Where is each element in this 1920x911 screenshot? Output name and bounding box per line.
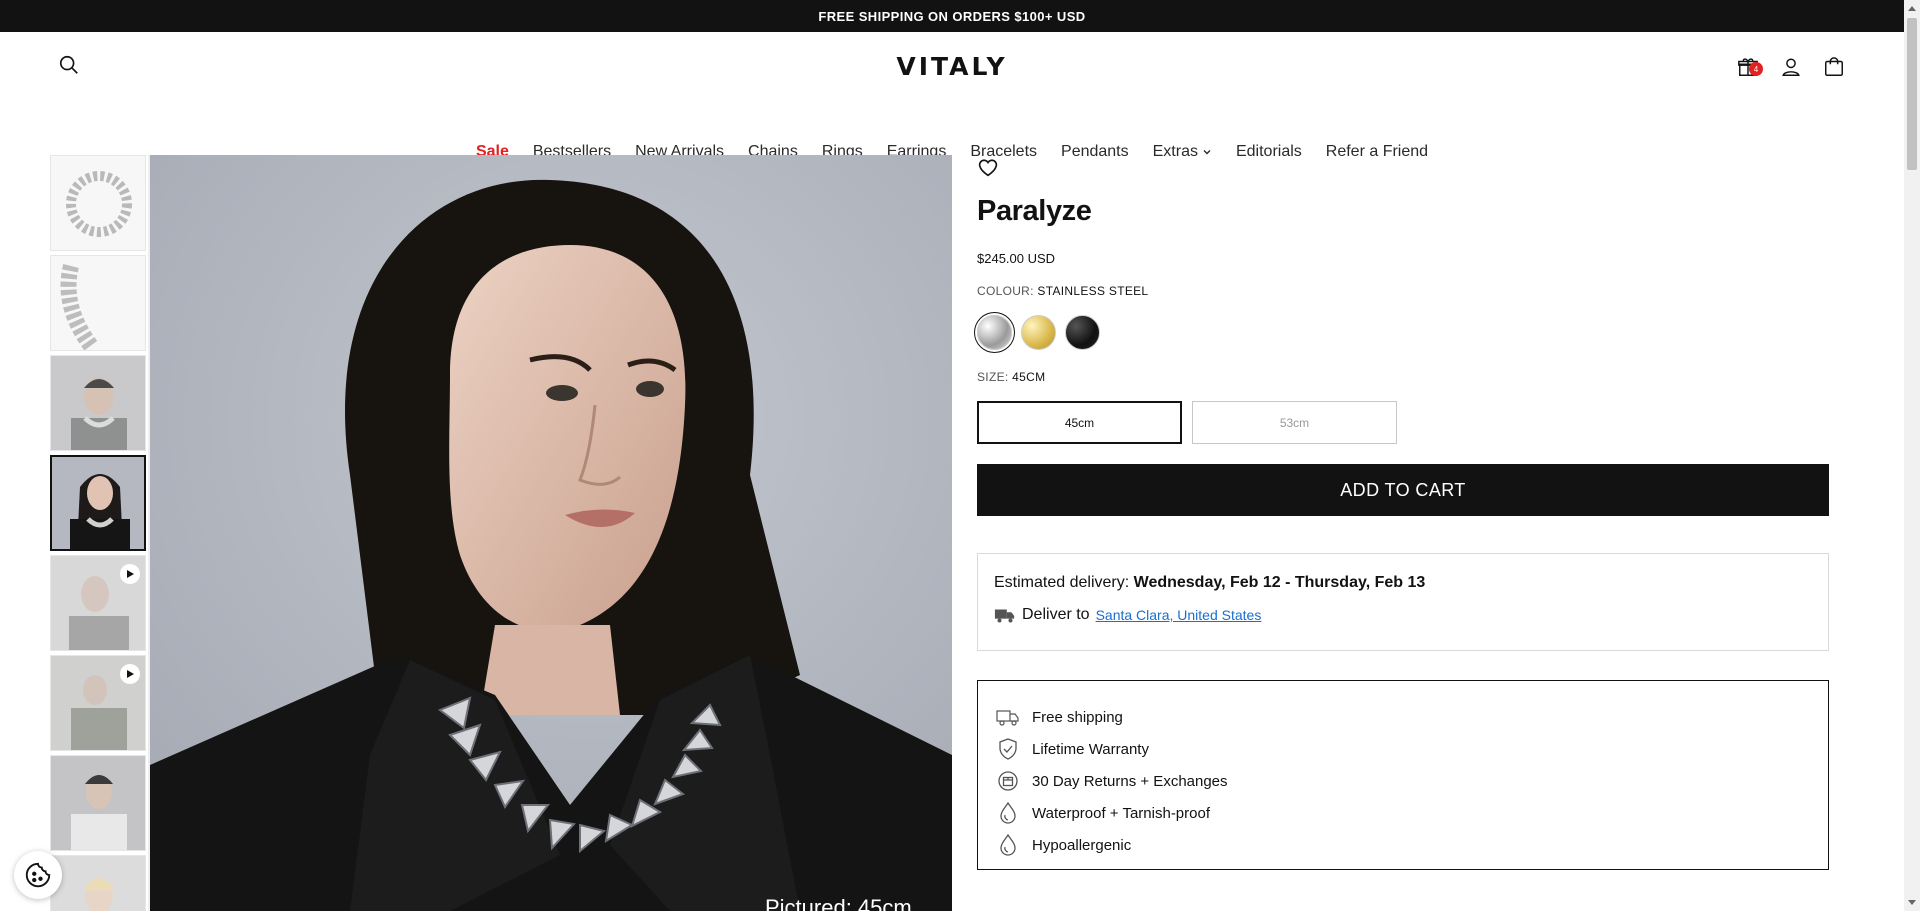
size-label-text: SIZE: [977,370,1009,384]
thumbnail-model-4[interactable] [50,855,146,911]
feature-label: Waterproof + Tarnish-proof [1032,804,1211,822]
feature-free-shipping: Free shipping [996,701,1810,733]
cart-icon[interactable] [1819,52,1849,82]
nav-item-editorials[interactable]: Editorials [1224,132,1314,172]
size-options: 45cm 53cm [977,401,1397,444]
colour-value: STAINLESS STEEL [1037,284,1149,298]
delivery-estimate-box: Estimated delivery: Wednesday, Feb 12 - … [977,553,1829,651]
feature-label: 30 Day Returns + Exchanges [1032,772,1228,790]
add-to-cart-button[interactable]: ADD TO CART [977,464,1829,516]
gift-icon[interactable]: 4 [1733,52,1763,82]
thumbnail-video-2[interactable] [50,655,146,751]
nav-item-bracelets[interactable]: Bracelets [958,132,1049,172]
site-header: VITALY 4 Sale Bestsellers New Arrivals C… [0,32,1904,160]
thumbnail-video-1[interactable] [50,555,146,651]
delivery-estimate: Estimated delivery: Wednesday, Feb 12 - … [994,574,1812,592]
thumbnail-strip [50,155,146,911]
account-icon[interactable] [1776,52,1806,82]
thumbnail-necklace-detail[interactable] [50,255,146,351]
droplet-icon [996,833,1020,857]
main-product-image[interactable]: Pictured: 45cm [150,155,952,911]
scroll-down-arrow[interactable] [1908,900,1916,905]
heart-icon[interactable] [977,157,1001,181]
colour-label: COLOUR: STAINLESS STEEL [977,284,1148,298]
cookie-icon [25,862,51,888]
droplet-icon [996,801,1020,825]
features-list: Free shipping Lifetime Warranty 30 Day R… [977,680,1829,870]
feature-label: Hypoallergenic [1032,836,1132,854]
search-icon[interactable] [58,54,86,82]
swatch-stainless-steel[interactable] [977,315,1012,350]
product-price: $245.00 USD [977,251,1056,266]
scroll-up-arrow[interactable] [1908,6,1916,11]
feature-hypoallergenic: Hypoallergenic [996,829,1810,861]
nav-item-extras-label: Extras [1152,143,1198,160]
size-option-45cm[interactable]: 45cm [977,401,1182,444]
thumbnail-necklace-flat[interactable] [50,155,146,251]
announcement-bar: FREE SHIPPING ON ORDERS $100+ USD [0,0,1904,32]
thumbnail-model-female[interactable] [50,455,146,551]
truck-icon [996,705,1020,729]
pictured-size-caption: Pictured: 45cm [765,895,912,911]
feature-returns: 30 Day Returns + Exchanges [996,765,1810,797]
delivery-dates: Wednesday, Feb 12 - Thursday, Feb 13 [1133,574,1426,591]
delivery-location-link[interactable]: Santa Clara, United States [1096,607,1262,623]
cookie-settings-button[interactable] [14,851,62,899]
play-icon [120,564,140,584]
deliver-to-label: Deliver to [1022,606,1090,623]
thumbnail-model-3[interactable] [50,755,146,851]
swatch-gold[interactable] [1021,315,1056,350]
feature-lifetime-warranty: Lifetime Warranty [996,733,1810,765]
play-icon [120,664,140,684]
return-box-icon [996,769,1020,793]
colour-label-text: COLOUR: [977,284,1034,298]
scrollbar-thumb[interactable] [1907,18,1917,170]
chevron-down-icon [1203,150,1211,155]
feature-waterproof: Waterproof + Tarnish-proof [996,797,1810,829]
size-value: 45CM [1012,370,1046,384]
delivery-label: Estimated delivery: [994,574,1130,591]
nav-item-pendants[interactable]: Pendants [1049,132,1141,172]
colour-swatches [977,315,1100,350]
site-logo[interactable]: VITALY [880,52,1024,81]
nav-item-refer-a-friend[interactable]: Refer a Friend [1314,132,1440,172]
product-title: Paralyze [977,195,1092,227]
page-scrollbar[interactable] [1904,0,1920,911]
feature-label: Free shipping [1032,708,1123,726]
gift-count-badge: 4 [1749,62,1763,76]
size-option-53cm[interactable]: 53cm [1192,401,1397,444]
delivery-truck-icon [994,609,1015,623]
swatch-black[interactable] [1065,315,1100,350]
size-label: SIZE: 45CM [977,370,1045,384]
thumbnail-model-male[interactable] [50,355,146,451]
shield-check-icon [996,737,1020,761]
nav-item-extras[interactable]: Extras [1141,132,1224,172]
deliver-to-row: Deliver to Santa Clara, United States [994,606,1812,624]
announcement-text: FREE SHIPPING ON ORDERS $100+ USD [818,8,1086,24]
feature-label: Lifetime Warranty [1032,740,1149,758]
